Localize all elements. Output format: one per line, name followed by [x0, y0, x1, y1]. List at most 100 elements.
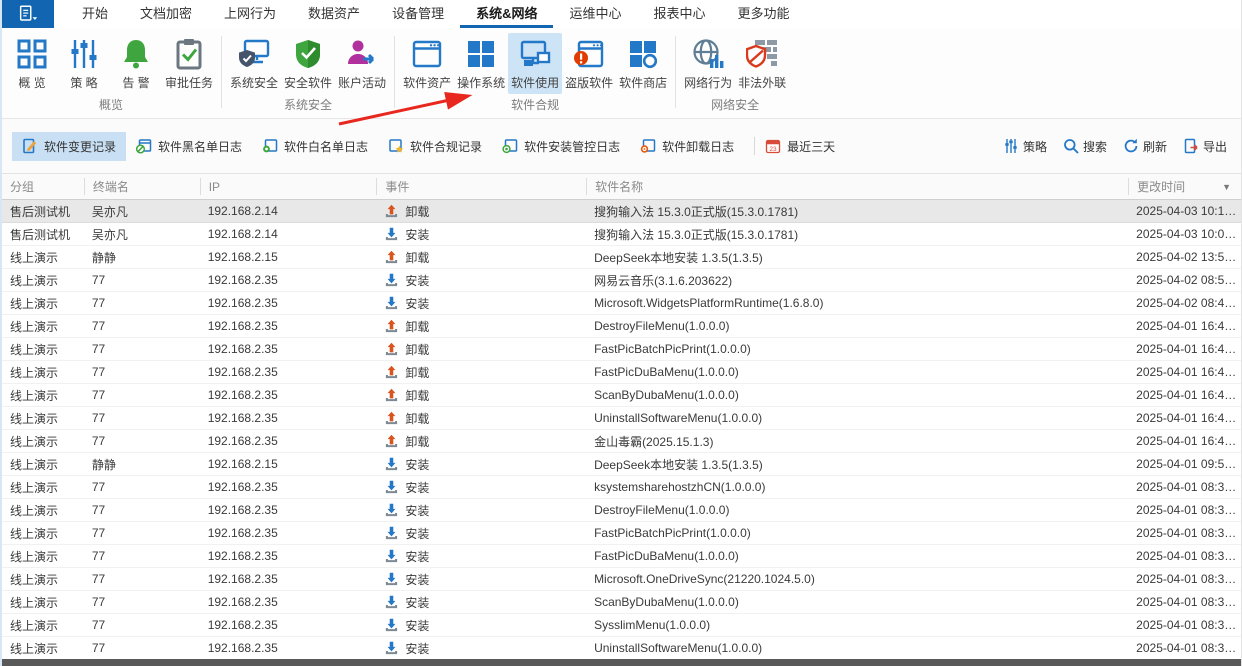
cell-ip: 192.168.2.15 — [200, 250, 377, 264]
column-header-group[interactable]: 分组 — [2, 178, 84, 195]
cell-event: 卸载 — [376, 249, 586, 266]
cell-group: 线上演示 — [2, 272, 84, 289]
date-range-filter[interactable]: 23 最近三天 — [765, 138, 835, 155]
table-row[interactable]: 线上演示77192.168.2.35安装Microsoft.WidgetsPla… — [2, 292, 1241, 315]
table-row[interactable]: 线上演示77192.168.2.35安装DestroyFileMenu(1.0.… — [2, 499, 1241, 522]
table-row[interactable]: 售后测试机吴亦凡192.168.2.14卸载搜狗输入法 15.3.0正式版(15… — [2, 200, 1241, 223]
ribbon-button-label: 操作系统 — [457, 74, 505, 91]
policy-small-button[interactable]: 策略 — [1003, 138, 1047, 155]
table-row[interactable]: 线上演示77192.168.2.35卸载金山毒霸(2025.15.1.3)202… — [2, 430, 1241, 453]
table-row[interactable]: 线上演示77192.168.2.35安装ksystemsharehostzhCN… — [2, 476, 1241, 499]
column-header-software[interactable]: 软件名称 — [586, 178, 1128, 195]
menu-item-5[interactable]: 系统&网络 — [460, 0, 553, 28]
ribbon-button-account-activity[interactable]: 账户活动 — [335, 33, 389, 94]
ribbon-button-policy-sliders[interactable]: 策 略 — [58, 33, 110, 94]
ribbon-button-security-shield[interactable]: 安全软件 — [281, 33, 335, 94]
ribbon-button-operating-system-grid[interactable]: 操作系统 — [454, 33, 508, 94]
table-row[interactable]: 线上演示77192.168.2.35安装Microsoft.OneDriveSy… — [2, 568, 1241, 591]
column-header-terminal[interactable]: 终端名 — [84, 178, 200, 195]
ribbon-button-pirated-software-warning[interactable]: 盗版软件 — [562, 33, 616, 94]
ribbon-button-approval-clipboard[interactable]: 审批任务 — [162, 33, 216, 94]
tab-whitelist-log[interactable]: 软件白名单日志 — [252, 132, 378, 161]
cell-event: 卸载 — [376, 387, 586, 404]
menu-item-6[interactable]: 运维中心 — [553, 0, 637, 28]
table-row[interactable]: 线上演示77192.168.2.35卸载DestroyFileMenu(1.0.… — [2, 315, 1241, 338]
ribbon-button-software-store-grid[interactable]: 软件商店 — [616, 33, 670, 94]
tab-blacklist-log[interactable]: 软件黑名单日志 — [126, 132, 252, 161]
policy-sliders-icon — [68, 38, 100, 70]
menu-item-4[interactable]: 设备管理 — [376, 0, 460, 28]
export-button[interactable]: 导出 — [1183, 138, 1227, 155]
ribbon-button-software-usage-monitor[interactable]: 软件使用 — [508, 33, 562, 94]
column-header-event[interactable]: 事件 — [376, 178, 586, 195]
cell-event: 卸载 — [376, 410, 586, 427]
table-row[interactable]: 线上演示77192.168.2.35安装FastPicDuBaMenu(1.0.… — [2, 545, 1241, 568]
table-row[interactable]: 线上演示77192.168.2.35卸载FastPicDuBaMenu(1.0.… — [2, 361, 1241, 384]
install-arrow-icon — [384, 457, 399, 472]
cell-software: 搜狗输入法 15.3.0正式版(15.3.0.1781) — [586, 203, 1128, 220]
ribbon-button-label: 网络行为 — [684, 74, 732, 91]
ribbon-button-network-behavior-globe[interactable]: 网络行为 — [681, 33, 735, 94]
action-label: 导出 — [1203, 138, 1227, 155]
table-row[interactable]: 线上演示77192.168.2.35安装网易云音乐(3.1.6.203622)2… — [2, 269, 1241, 292]
table-row[interactable]: 线上演示静静192.168.2.15安装DeepSeek本地安装 1.3.5(1… — [2, 453, 1241, 476]
event-label: 卸载 — [405, 318, 429, 335]
table-row[interactable]: 线上演示77192.168.2.35安装SysslimMenu(1.0.0.0)… — [2, 614, 1241, 637]
tab-install-control-log[interactable]: 软件安装管控日志 — [492, 132, 630, 161]
cell-terminal: 77 — [84, 549, 200, 563]
cell-event: 安装 — [376, 548, 586, 565]
ribbon-button-alert-bell[interactable]: 告 警 — [110, 33, 162, 94]
table-row[interactable]: 线上演示77192.168.2.35卸载FastPicBatchPicPrint… — [2, 338, 1241, 361]
sort-desc-icon[interactable]: ▼ — [1222, 182, 1231, 192]
tab-uninstall-log[interactable]: 软件卸载日志 — [630, 132, 744, 161]
tab-compliance-log[interactable]: 软件合规记录 — [378, 132, 492, 161]
cell-event: 安装 — [376, 594, 586, 611]
menu-item-2[interactable]: 上网行为 — [208, 0, 292, 28]
ribbon-button-software-assets-window[interactable]: 软件资产 — [400, 33, 454, 94]
cell-group: 线上演示 — [2, 456, 84, 473]
event-label: 安装 — [405, 525, 429, 542]
cell-group: 线上演示 — [2, 341, 84, 358]
ribbon-button-system-security[interactable]: 系统安全 — [227, 33, 281, 94]
refresh-button[interactable]: 刷新 — [1123, 138, 1167, 155]
table-row[interactable]: 线上演示静静192.168.2.15卸载DeepSeek本地安装 1.3.5(1… — [2, 246, 1241, 269]
menu-item-8[interactable]: 更多功能 — [722, 0, 806, 28]
ribbon-button-label: 告 警 — [122, 74, 149, 91]
cell-event: 卸载 — [376, 364, 586, 381]
tab-change-log[interactable]: 软件变更记录 — [12, 132, 126, 161]
uninstall-arrow-icon — [384, 250, 399, 265]
menu-item-3[interactable]: 数据资产 — [292, 0, 376, 28]
tab-label: 软件黑名单日志 — [158, 138, 242, 155]
cell-terminal: 77 — [84, 434, 200, 448]
app-menu-button[interactable] — [2, 0, 54, 28]
cell-software: FastPicDuBaMenu(1.0.0.0) — [586, 365, 1128, 379]
cell-software: FastPicDuBaMenu(1.0.0.0) — [586, 549, 1128, 563]
cell-time: 2025-04-01 08:33:29 — [1128, 526, 1241, 540]
table-row[interactable]: 线上演示77192.168.2.35安装FastPicBatchPicPrint… — [2, 522, 1241, 545]
table-row[interactable]: 线上演示77192.168.2.35安装UninstallSoftwareMen… — [2, 637, 1241, 660]
menu-item-0[interactable]: 开始 — [66, 0, 124, 28]
table-row[interactable]: 售后测试机吴亦凡192.168.2.14安装搜狗输入法 15.3.0正式版(15… — [2, 223, 1241, 246]
cell-group: 线上演示 — [2, 295, 84, 312]
svg-text:23: 23 — [769, 146, 777, 153]
install-arrow-icon — [384, 526, 399, 541]
cell-ip: 192.168.2.14 — [200, 227, 377, 241]
ribbon-button-label: 软件资产 — [403, 74, 451, 91]
ribbon-toolbar: 概 览策 略告 警审批任务概览系统安全安全软件账户活动系统安全软件资产操作系统软… — [2, 28, 1241, 119]
operating-system-grid-icon — [465, 38, 497, 70]
column-header-ip[interactable]: IP — [200, 178, 377, 195]
cell-software: DeepSeek本地安装 1.3.5(1.3.5) — [586, 456, 1128, 473]
table-row[interactable]: 线上演示77192.168.2.35卸载ScanByDubaMenu(1.0.0… — [2, 384, 1241, 407]
menu-item-7[interactable]: 报表中心 — [637, 0, 721, 28]
ribbon-button-illegal-connection-shield[interactable]: 非法外联 — [735, 33, 789, 94]
search-button[interactable]: 搜索 — [1063, 138, 1107, 155]
table-row[interactable]: 线上演示77192.168.2.35卸载UninstallSoftwareMen… — [2, 407, 1241, 430]
uninstall-arrow-icon — [384, 204, 399, 219]
policy-small-icon — [1003, 138, 1019, 154]
ribbon-button-overview-grid[interactable]: 概 览 — [6, 33, 58, 94]
software-assets-window-icon — [411, 38, 443, 70]
column-header-time[interactable]: 更改时间▼ — [1128, 178, 1241, 195]
table-row[interactable]: 线上演示77192.168.2.35安装ScanByDubaMenu(1.0.0… — [2, 591, 1241, 614]
menu-item-1[interactable]: 文档加密 — [124, 0, 208, 28]
security-shield-icon — [292, 38, 324, 70]
